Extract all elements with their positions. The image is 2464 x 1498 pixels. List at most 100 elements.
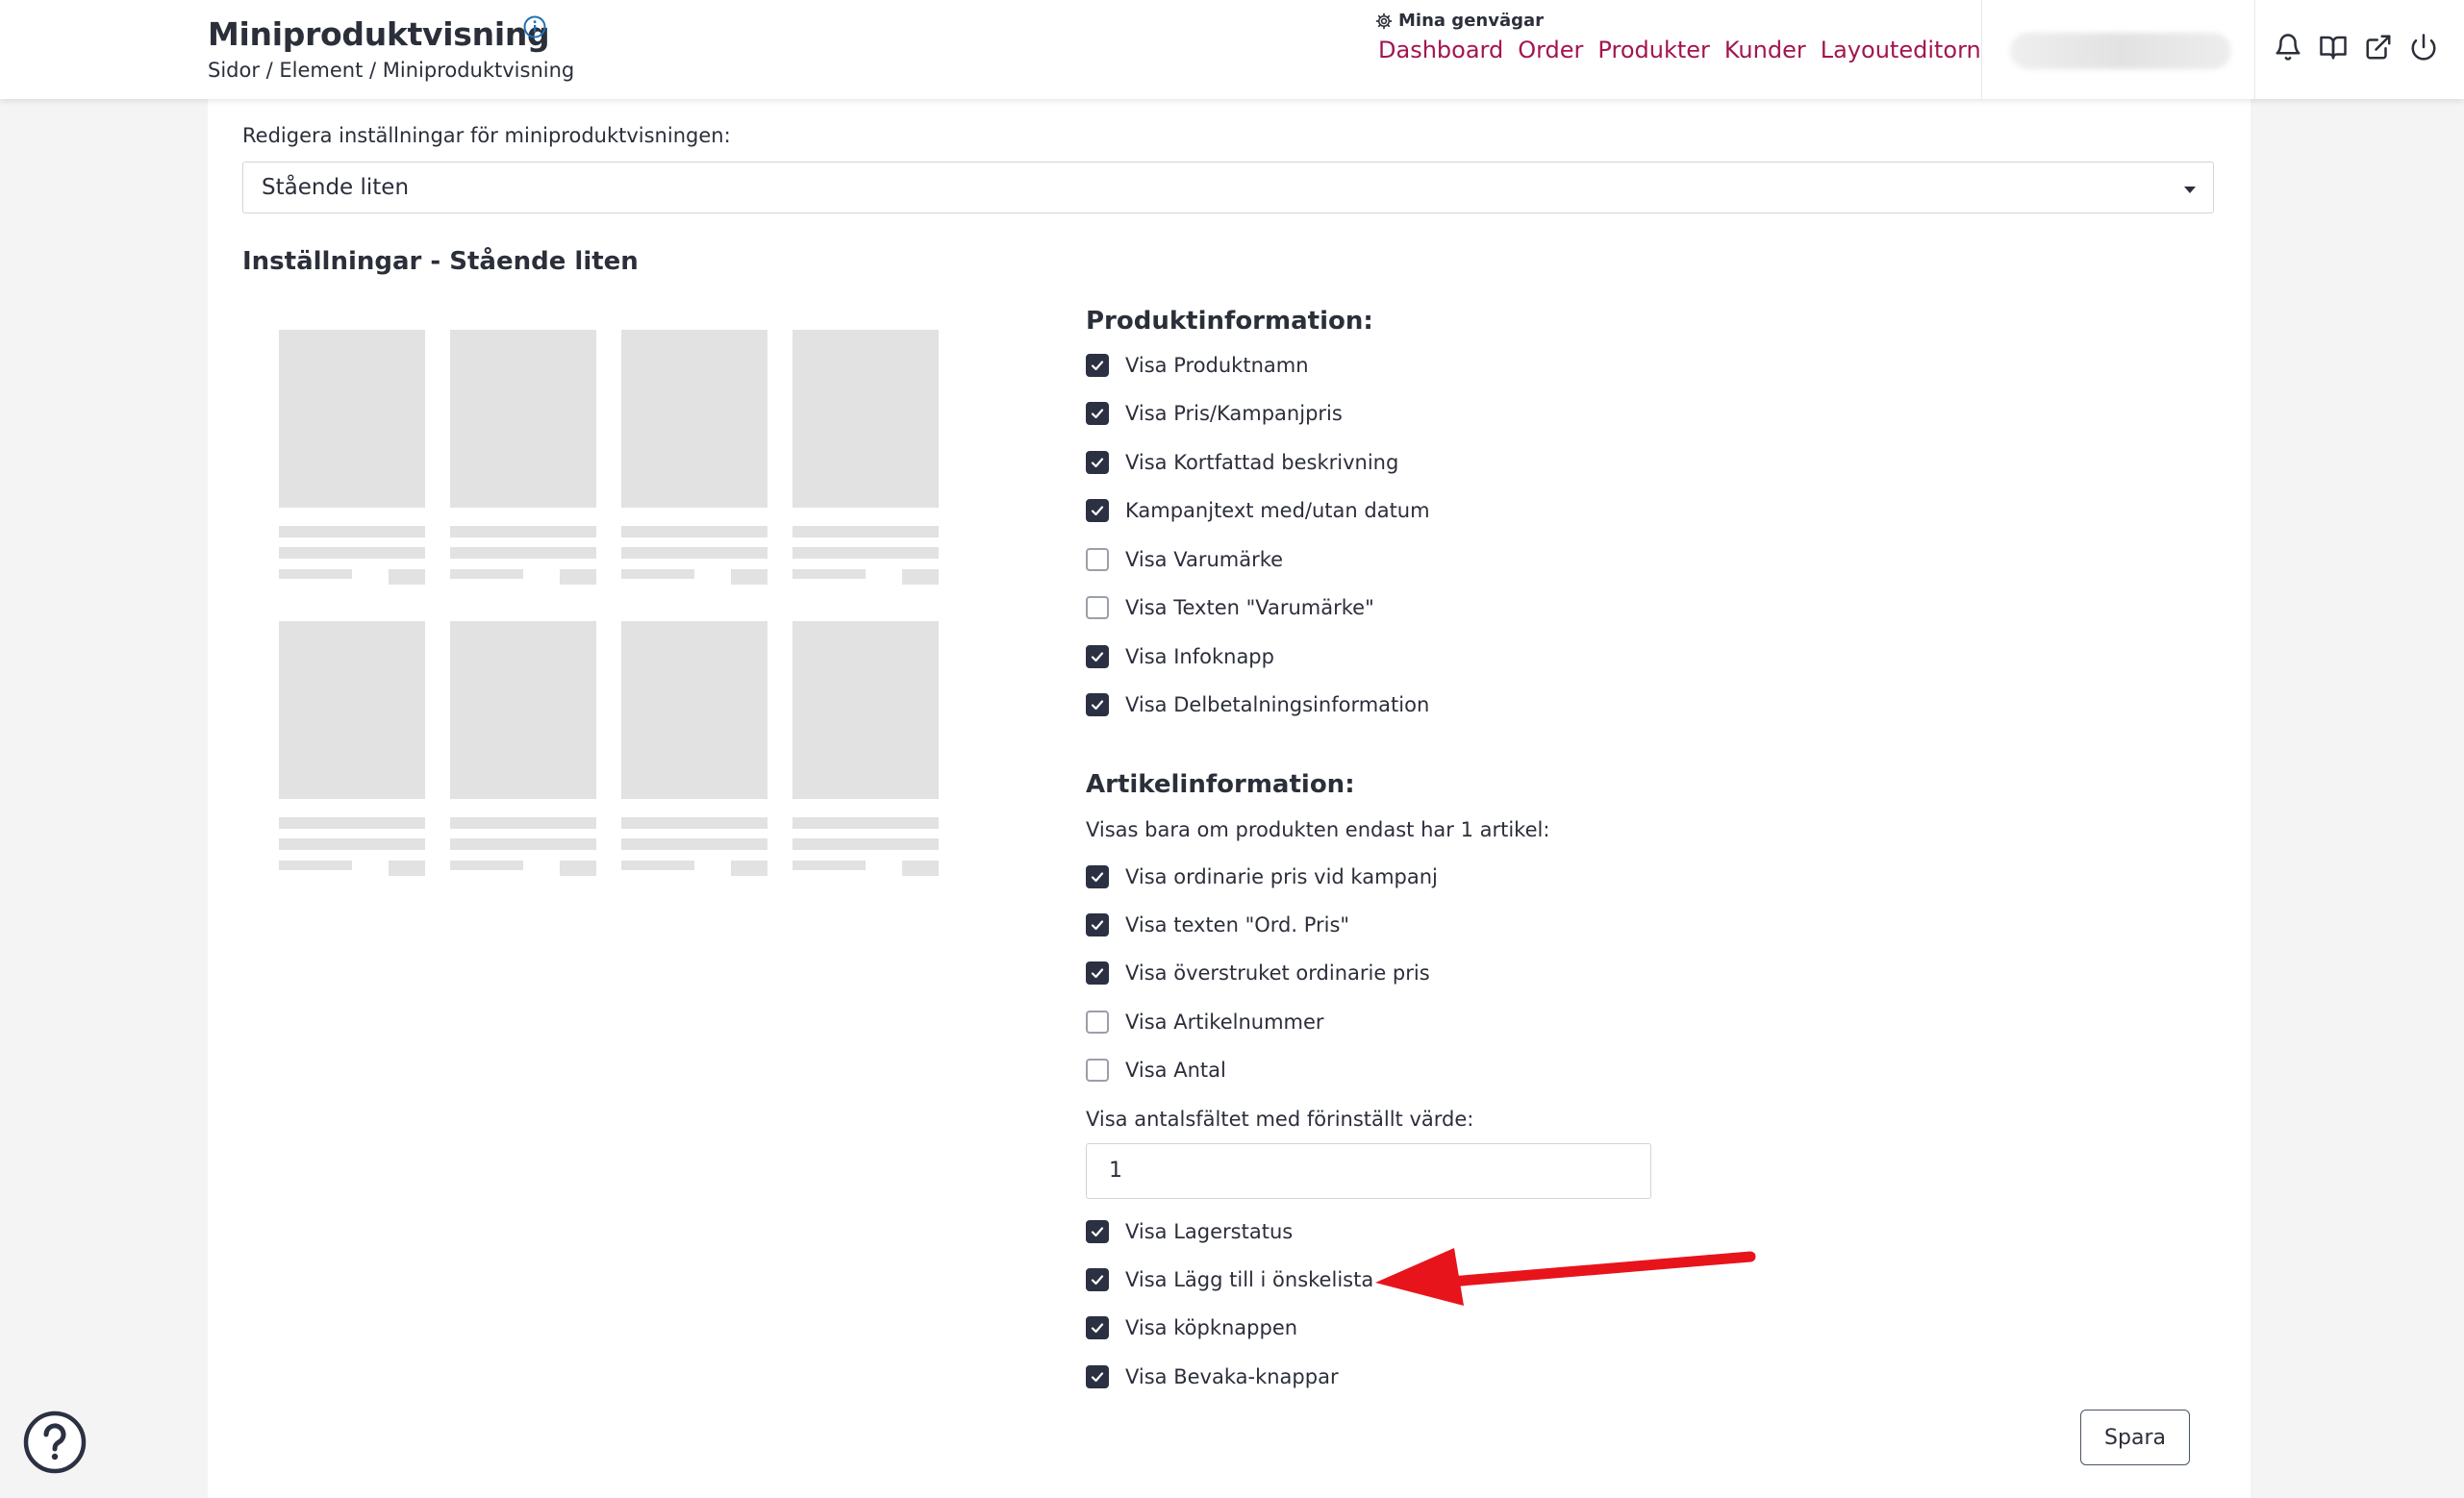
checkbox-row[interactable]: Visa Bevaka-knappar <box>1086 1362 1339 1391</box>
shortcuts-nav: Dashboard Order Produkter Kunder Layoute… <box>1378 37 1981 63</box>
preview-text-line <box>279 838 425 850</box>
preview-text-line <box>450 838 596 850</box>
preview-button-placeholder <box>389 569 425 585</box>
checkbox-row[interactable]: Visa Pris/Kampanjpris <box>1086 399 1343 428</box>
checkbox-label: Visa texten "Ord. Pris" <box>1125 913 1350 936</box>
external-link-icon[interactable] <box>2364 33 2393 62</box>
preview-text-line <box>621 526 767 537</box>
checkbox[interactable] <box>1086 548 1109 571</box>
checkbox-row[interactable]: Visa texten "Ord. Pris" <box>1086 911 1349 939</box>
info-icon[interactable] <box>522 14 547 39</box>
preview-text-line <box>792 526 939 537</box>
checkmark-icon <box>1091 1275 1104 1286</box>
checkbox-row[interactable]: Visa Texten "Varumärke" <box>1086 593 1374 622</box>
checkbox[interactable] <box>1086 451 1109 474</box>
preview-button-placeholder <box>389 861 425 876</box>
power-icon[interactable] <box>2409 33 2438 62</box>
preview-image-placeholder <box>450 330 596 508</box>
header-divider <box>1981 0 1982 99</box>
checkbox-row[interactable]: Visa Antal <box>1086 1056 1226 1085</box>
user-menu[interactable] <box>2010 33 2231 69</box>
checkbox-row[interactable]: Visa ordinarie pris vid kampanj <box>1086 862 1438 891</box>
checkbox[interactable] <box>1086 1011 1109 1034</box>
checkbox[interactable] <box>1086 354 1109 377</box>
article-info-note: Visas bara om produkten endast har 1 art… <box>1086 818 1550 841</box>
shortcuts-title-label: Mina genvägar <box>1398 11 1545 31</box>
book-icon[interactable] <box>2319 33 2348 62</box>
preview-text-line <box>621 817 767 829</box>
preview-product-card <box>279 330 425 587</box>
checkbox[interactable] <box>1086 1059 1109 1082</box>
checkbox[interactable] <box>1086 961 1109 985</box>
quantity-field-label: Visa antalsfältet med förinställt värde: <box>1086 1108 1474 1131</box>
save-button[interactable]: Spara <box>2080 1410 2190 1465</box>
preview-product-card <box>792 330 939 587</box>
checkbox-label: Visa Infoknapp <box>1125 645 1274 668</box>
checkbox-row[interactable]: Visa Kortfattad beskrivning <box>1086 448 1398 477</box>
checkbox-row[interactable]: Visa Lägg till i önskelista <box>1086 1265 1373 1294</box>
checkmark-icon <box>1091 872 1104 883</box>
checkmark-icon <box>1091 968 1104 979</box>
preview-product-card <box>279 621 425 878</box>
preview-button-placeholder <box>560 861 596 876</box>
checkbox-row[interactable]: Visa Lagerstatus <box>1086 1217 1293 1246</box>
preview-image-placeholder <box>279 621 425 799</box>
preview-text-line <box>279 526 425 537</box>
checkbox-label: Visa köpknappen <box>1125 1316 1298 1339</box>
preview-image-placeholder <box>792 330 939 508</box>
checkbox-row[interactable]: Kampanjtext med/utan datum <box>1086 496 1430 525</box>
checkbox-row[interactable]: Visa Delbetalningsinformation <box>1086 690 1429 719</box>
quantity-input[interactable]: 1 <box>1086 1143 1651 1199</box>
preview-text-line <box>450 526 596 537</box>
checkbox[interactable] <box>1086 499 1109 522</box>
checkbox-row[interactable]: Visa Artikelnummer <box>1086 1008 1324 1036</box>
checkbox[interactable] <box>1086 865 1109 888</box>
preview-text-line <box>792 838 939 850</box>
checkbox-row[interactable]: Visa Infoknapp <box>1086 642 1274 671</box>
checkbox[interactable] <box>1086 645 1109 668</box>
checkbox-row[interactable]: Visa Produktnamn <box>1086 351 1309 380</box>
bell-icon[interactable] <box>2274 33 2302 62</box>
checkbox-label: Visa Antal <box>1125 1059 1226 1082</box>
checkbox-row[interactable]: Visa Varumärke <box>1086 545 1283 574</box>
shortcut-layouteditorn[interactable]: Layouteditorn <box>1821 37 1981 63</box>
top-header: Miniproduktvisning Sidor / Element / Min… <box>0 0 2464 99</box>
settings-select[interactable]: Stående liten <box>242 162 2214 213</box>
caret-down-icon <box>2184 187 2196 193</box>
page-title: Miniproduktvisning <box>208 15 550 53</box>
preview-text-line <box>450 547 596 559</box>
checkbox[interactable] <box>1086 913 1109 936</box>
checkbox[interactable] <box>1086 1220 1109 1243</box>
settings-select-label: Redigera inställningar för miniproduktvi… <box>242 124 731 147</box>
checkbox-row[interactable]: Visa köpknappen <box>1086 1313 1297 1342</box>
checkmark-icon <box>1091 1323 1104 1334</box>
checkbox[interactable] <box>1086 402 1109 425</box>
checkbox-label: Visa Produktnamn <box>1125 354 1309 377</box>
shortcut-order[interactable]: Order <box>1518 37 1583 63</box>
checkbox-label: Visa Texten "Varumärke" <box>1125 596 1374 619</box>
shortcut-produkter[interactable]: Produkter <box>1597 37 1709 63</box>
checkbox[interactable] <box>1086 1268 1109 1291</box>
preview-text-short <box>792 569 866 579</box>
checkmark-icon <box>1091 920 1104 931</box>
checkbox[interactable] <box>1086 1316 1109 1339</box>
checkbox[interactable] <box>1086 596 1109 619</box>
checkbox-label: Visa ordinarie pris vid kampanj <box>1125 865 1438 888</box>
checkbox[interactable] <box>1086 693 1109 716</box>
preview-image-placeholder <box>279 330 425 508</box>
preview-text-line <box>792 547 939 559</box>
preview-image-placeholder <box>450 621 596 799</box>
preview-button-placeholder <box>731 861 767 876</box>
preview-button-placeholder <box>560 569 596 585</box>
preview-product-card <box>792 621 939 878</box>
shortcut-dashboard[interactable]: Dashboard <box>1378 37 1503 63</box>
checkbox-label: Visa Bevaka-knappar <box>1125 1365 1339 1388</box>
checkbox-row[interactable]: Visa överstruket ordinarie pris <box>1086 959 1430 987</box>
header-divider <box>2254 0 2255 99</box>
preview-text-line <box>279 817 425 829</box>
product-info-heading: Produktinformation: <box>1086 307 1373 336</box>
preview-image-placeholder <box>621 621 767 799</box>
help-icon[interactable] <box>23 1411 87 1474</box>
shortcut-kunder[interactable]: Kunder <box>1724 37 1806 63</box>
checkbox[interactable] <box>1086 1365 1109 1388</box>
